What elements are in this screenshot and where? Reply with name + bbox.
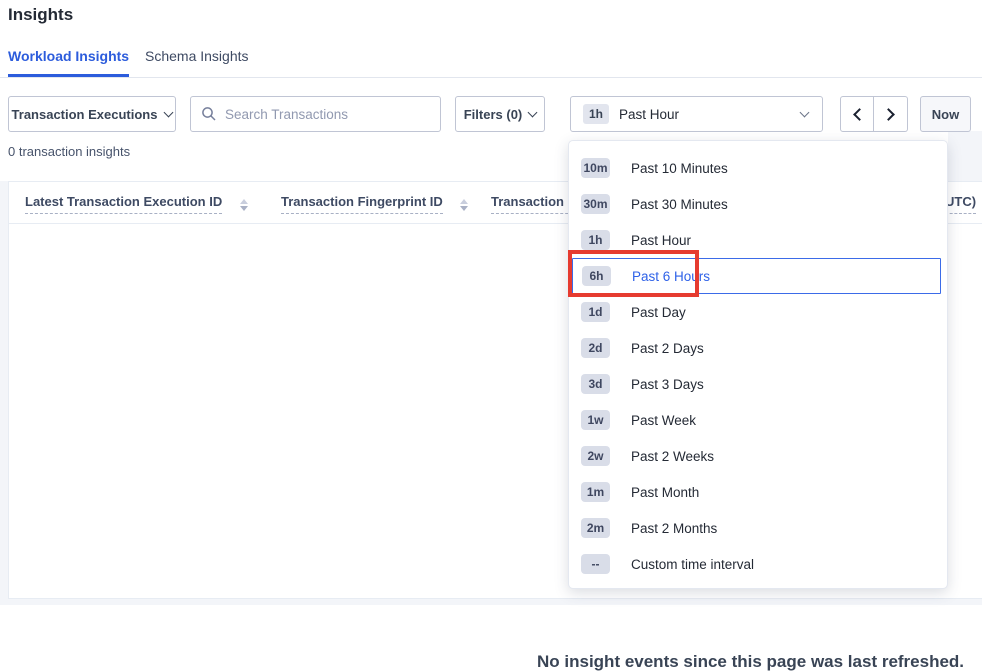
time-range-option-badge: 1m <box>581 482 610 502</box>
column-header-label: UTC) <box>945 194 976 214</box>
sort-icon[interactable] <box>240 199 248 211</box>
chevron-right-icon <box>882 108 895 121</box>
time-range-badge: 1h <box>583 104 609 124</box>
time-range-option[interactable]: 3d Past 3 Days <box>569 366 947 402</box>
page-background-bottom <box>0 599 982 605</box>
sort-descending-icon <box>240 206 248 211</box>
sort-ascending-icon <box>240 199 248 204</box>
time-range-option-badge: 1h <box>581 230 610 250</box>
time-range-option-badge: -- <box>581 554 610 574</box>
tab-workload-insights[interactable]: Workload Insights <box>8 48 129 77</box>
time-range-option-label: Past 2 Months <box>631 521 717 536</box>
chevron-down-icon <box>800 107 810 117</box>
time-range-option-badge: 2w <box>581 446 610 466</box>
time-range-option-badge: 30m <box>581 194 610 214</box>
sort-descending-icon <box>460 206 468 211</box>
time-range-option-label: Past Week <box>631 413 696 428</box>
previous-time-button[interactable] <box>840 96 874 132</box>
chevron-down-icon <box>528 107 538 117</box>
column-header-label: Transaction Fingerprint ID <box>281 194 443 214</box>
time-range-option-label: Custom time interval <box>631 557 754 572</box>
time-range-option[interactable]: -- Custom time interval <box>569 546 947 582</box>
time-range-option[interactable]: 6h Past 6 Hours <box>572 258 941 294</box>
time-range-option[interactable]: 2w Past 2 Weeks <box>569 438 947 474</box>
time-range-option[interactable]: 2d Past 2 Days <box>569 330 947 366</box>
chevron-left-icon <box>853 108 866 121</box>
tab-schema-insights[interactable]: Schema Insights <box>145 48 249 64</box>
column-header-label: Latest Transaction Execution ID <box>25 194 222 214</box>
page-background-topright <box>948 131 982 181</box>
time-range-option[interactable]: 1d Past Day <box>569 294 947 330</box>
time-range-option-badge: 1w <box>581 410 610 430</box>
time-range-option[interactable]: 1m Past Month <box>569 474 947 510</box>
time-range-option-badge: 10m <box>581 158 610 178</box>
time-range-option-badge: 2d <box>581 338 610 358</box>
insights-page: Insights Workload Insights Schema Insigh… <box>0 0 982 605</box>
time-range-select[interactable]: 1h Past Hour <box>570 96 823 132</box>
time-range-option-label: Past 3 Days <box>631 377 704 392</box>
page-background-left <box>0 181 8 605</box>
chevron-down-icon <box>164 107 174 117</box>
now-button[interactable]: Now <box>920 96 971 132</box>
search-box[interactable] <box>190 96 441 132</box>
filters-button[interactable]: Filters (0) <box>455 96 545 132</box>
time-range-option-label: Past 6 Hours <box>632 269 710 284</box>
time-range-option-label: Past 2 Weeks <box>631 449 714 464</box>
time-range-option-label: Past 2 Days <box>631 341 704 356</box>
search-icon <box>201 106 217 122</box>
time-range-option[interactable]: 2m Past 2 Months <box>569 510 947 546</box>
sort-ascending-icon <box>460 199 468 204</box>
time-range-option-label: Past Month <box>631 485 699 500</box>
time-range-dropdown: 10m Past 10 Minutes 30m Past 30 Minutes … <box>568 140 948 589</box>
column-header[interactable]: Transaction Fingerprint ID <box>281 194 468 214</box>
time-pager <box>840 96 908 132</box>
time-range-option[interactable]: 30m Past 30 Minutes <box>569 186 947 222</box>
time-range-option-label: Past Hour <box>631 233 691 248</box>
time-range-option-badge: 1d <box>581 302 610 322</box>
column-header[interactable]: Latest Transaction Execution ID <box>25 194 248 214</box>
time-range-option-label: Past 10 Minutes <box>631 161 728 176</box>
time-range-option[interactable]: 10m Past 10 Minutes <box>569 150 947 186</box>
empty-state-message: No insight events since this page was la… <box>537 652 964 672</box>
sort-icon[interactable] <box>460 199 468 211</box>
transaction-type-select[interactable]: Transaction Executions <box>8 96 176 132</box>
filters-label: Filters (0) <box>464 107 523 122</box>
time-range-option[interactable]: 1w Past Week <box>569 402 947 438</box>
next-time-button[interactable] <box>874 96 908 132</box>
time-range-option-badge: 6h <box>582 266 611 286</box>
time-range-option-label: Past Day <box>631 305 686 320</box>
time-range-option-label: Past 30 Minutes <box>631 197 728 212</box>
transaction-type-label: Transaction Executions <box>12 107 158 122</box>
page-title: Insights <box>8 5 73 25</box>
tab-bar: Workload Insights Schema Insights <box>0 46 982 78</box>
insights-count: 0 transaction insights <box>8 144 130 159</box>
time-range-option-badge: 3d <box>581 374 610 394</box>
time-range-label: Past Hour <box>619 107 679 122</box>
column-header[interactable]: UTC) <box>945 194 976 214</box>
search-input[interactable] <box>225 107 430 122</box>
time-range-option[interactable]: 1h Past Hour <box>569 222 947 258</box>
time-range-option-badge: 2m <box>581 518 610 538</box>
